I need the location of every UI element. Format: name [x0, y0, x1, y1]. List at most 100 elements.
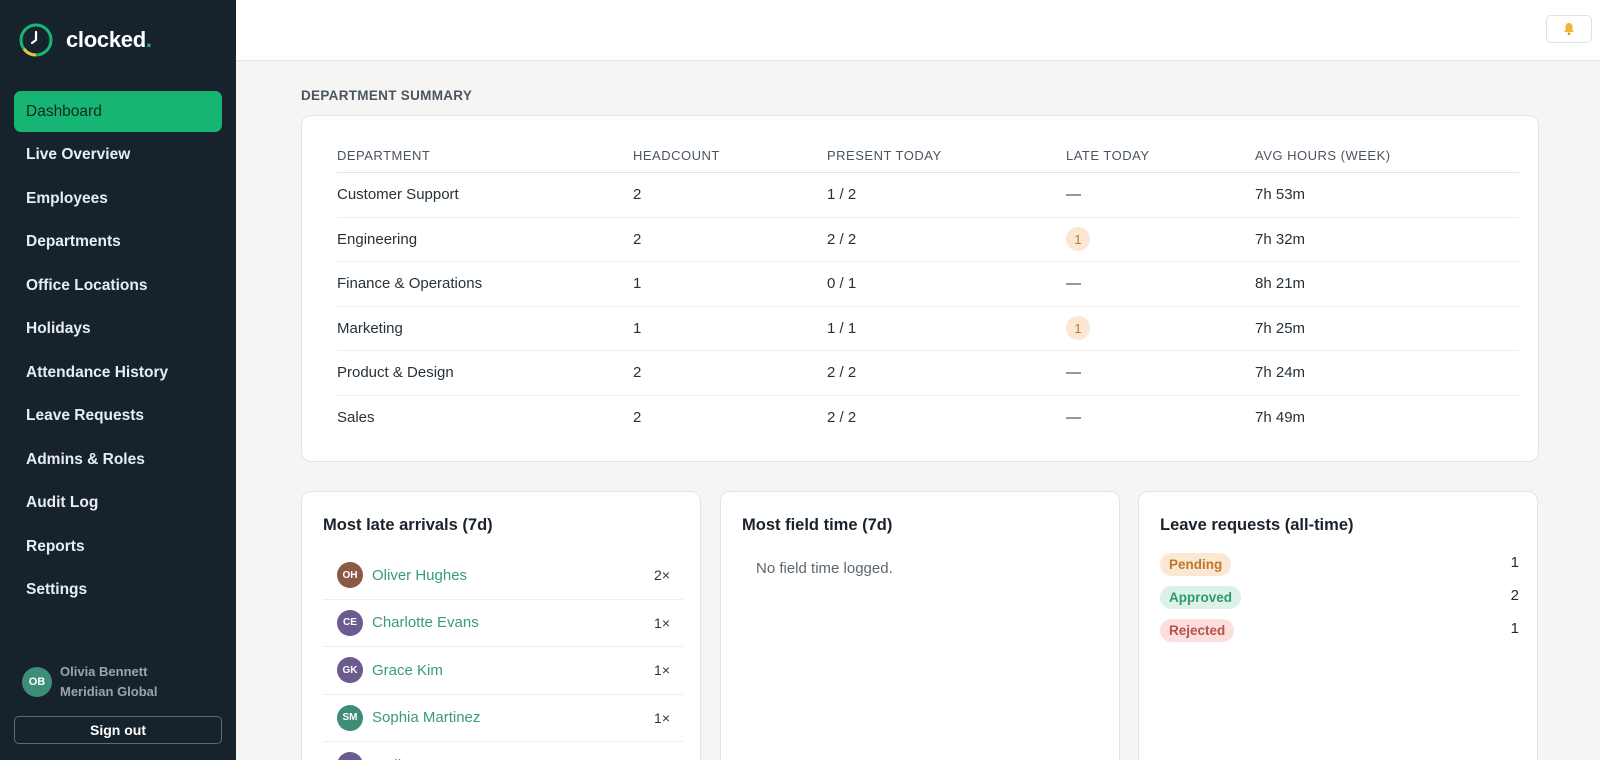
- late-count: 1×: [654, 709, 670, 726]
- present-today: 2 / 2: [827, 230, 857, 248]
- late-today-cell: —: [1066, 186, 1255, 203]
- status-count: 1: [1510, 620, 1519, 637]
- late-arrivals-list: OH Oliver Hughes 2× CE Charlotte Evans 1× GK Gr…: [323, 552, 683, 760]
- table-row[interactable]: Marketing 1 1 / 1 1 7h 25m: [337, 307, 1519, 351]
- avg-hours: 7h 32m: [1255, 230, 1306, 248]
- sidebar-item-attendance-history[interactable]: Attendance History: [14, 352, 222, 393]
- present-today: 1 / 2: [827, 186, 857, 204]
- sidebar-item-office-locations[interactable]: Office Locations: [14, 265, 222, 306]
- sidebar-item-settings[interactable]: Settings: [14, 570, 222, 611]
- headcount: 1: [633, 319, 642, 337]
- sidebar-item-audit-log[interactable]: Audit Log: [14, 483, 222, 524]
- avatar: OH: [337, 562, 363, 589]
- app-name: clocked.: [66, 27, 152, 52]
- avatar: CE: [337, 609, 363, 636]
- late-arrivals-card: Most late arrivals (7d) OH Oliver Hughes 2…: [301, 491, 701, 760]
- department-table: DEPARTMENT HEADCOUNT PRESENT TODAY LATE TOD…: [337, 138, 1519, 440]
- section-title: DEPARTMENT SUMMARY: [301, 88, 473, 103]
- column-header: AVG HOURS (WEEK): [1255, 147, 1391, 163]
- card-title: Most field time (7d): [742, 516, 893, 534]
- table-row[interactable]: Engineering 2 2 / 2 1 7h 32m: [337, 218, 1519, 262]
- avatar: OB: [22, 667, 52, 697]
- present-today: 2 / 2: [827, 364, 857, 382]
- late-today-cell: 1: [1066, 316, 1255, 341]
- employee-name-link[interactable]: Grace Kim: [372, 662, 654, 679]
- late-count: 1×: [654, 662, 670, 679]
- sidebar-item-employees[interactable]: Employees: [14, 178, 222, 219]
- headcount: 2: [633, 186, 642, 204]
- sidebar-item-reports[interactable]: Reports: [14, 526, 222, 567]
- headcount: 2: [633, 364, 642, 382]
- table-header: DEPARTMENT HEADCOUNT PRESENT TODAY LATE TOD…: [337, 138, 1519, 173]
- list-item[interactable]: CE Charlotte Evans 1×: [323, 600, 683, 647]
- headcount: 1: [633, 275, 642, 293]
- sidebar-item-leave-requests[interactable]: Leave Requests: [14, 396, 222, 437]
- avg-hours: 8h 21m: [1255, 275, 1306, 293]
- present-today: 2 / 2: [827, 409, 857, 427]
- sidebar-item-departments[interactable]: Departments: [14, 222, 222, 263]
- sign-out-button[interactable]: Sign out: [14, 716, 222, 744]
- avg-hours: 7h 24m: [1255, 364, 1306, 382]
- current-user: OB Olivia Bennett Meridian Global: [22, 662, 158, 702]
- status-badge-rejected: Rejected: [1160, 619, 1235, 642]
- leave-status-row: Approved 2: [1160, 581, 1519, 614]
- headcount: 2: [633, 230, 642, 248]
- department-name: Engineering: [337, 230, 418, 248]
- avg-hours: 7h 53m: [1255, 186, 1306, 204]
- column-header: PRESENT TODAY: [827, 147, 942, 163]
- late-count-badge: 1: [1066, 227, 1090, 252]
- late-count: 1×: [654, 614, 670, 631]
- avg-hours: 7h 25m: [1255, 319, 1306, 337]
- table-row[interactable]: Sales 2 2 / 2 — 7h 49m: [337, 396, 1519, 441]
- late-today: —: [1066, 186, 1081, 204]
- sidebar: clocked. Dashboard Live Overview Employees…: [0, 0, 236, 760]
- status-count: 1: [1510, 554, 1519, 571]
- department-name: Finance & Operations: [337, 275, 483, 293]
- late-today: —: [1066, 409, 1081, 427]
- status-count: 2: [1510, 587, 1519, 604]
- field-time-card: Most field time (7d) No field time logge…: [720, 491, 1120, 760]
- late-count: 2×: [654, 567, 670, 584]
- employee-name-link[interactable]: Charlotte Evans: [372, 614, 654, 631]
- status-badge-pending: Pending: [1160, 553, 1232, 576]
- present-today: 1 / 1: [827, 319, 857, 337]
- sidebar-nav: Dashboard Live Overview Employees Departmen…: [14, 91, 222, 613]
- sidebar-item-dashboard[interactable]: Dashboard: [14, 91, 222, 132]
- status-badge-approved: Approved: [1160, 586, 1242, 609]
- list-item[interactable]: ECEmily Carter1×: [323, 742, 683, 760]
- sidebar-item-live-overview[interactable]: Live Overview: [14, 135, 222, 176]
- notifications-button[interactable]: [1546, 15, 1592, 43]
- department-name: Sales: [337, 409, 375, 427]
- table-row[interactable]: Product & Design 2 2 / 2 — 7h 24m: [337, 351, 1519, 396]
- list-item[interactable]: GK Grace Kim 1×: [323, 647, 683, 695]
- present-today: 0 / 1: [827, 275, 857, 293]
- headcount: 2: [633, 409, 642, 427]
- topbar: [236, 0, 1600, 61]
- leave-requests-list: Pending 1 Approved 2 Rejected 1: [1160, 548, 1519, 647]
- avg-hours: 7h 49m: [1255, 409, 1306, 427]
- avatar: SM: [337, 704, 363, 731]
- table-row[interactable]: Customer Support 2 1 / 2 — 7h 53m: [337, 173, 1519, 218]
- logo[interactable]: clocked.: [18, 22, 152, 58]
- late-today-cell: 1: [1066, 227, 1255, 252]
- department-summary-card: DEPARTMENT HEADCOUNT PRESENT TODAY LATE TOD…: [301, 115, 1539, 462]
- user-name: Olivia Bennett: [60, 664, 148, 679]
- list-item[interactable]: OH Oliver Hughes 2×: [323, 552, 683, 600]
- list-item[interactable]: SM Sophia Martinez 1×: [323, 695, 683, 742]
- late-today: —: [1066, 364, 1081, 382]
- avatar: EC: [337, 752, 363, 760]
- column-header: LATE TODAY: [1066, 147, 1150, 163]
- employee-name-link[interactable]: Sophia Martinez: [372, 709, 654, 726]
- employee-name-link[interactable]: Oliver Hughes: [372, 567, 654, 584]
- late-today: —: [1066, 275, 1081, 293]
- card-title: Most late arrivals (7d): [323, 516, 493, 534]
- clock-logo-icon: [19, 23, 53, 57]
- table-row[interactable]: Finance & Operations 1 0 / 1 — 8h 21m: [337, 262, 1519, 307]
- sidebar-item-admins-roles[interactable]: Admins & Roles: [14, 439, 222, 480]
- late-count-badge: 1: [1066, 316, 1090, 341]
- late-today-cell: —: [1066, 275, 1255, 292]
- late-today-cell: —: [1066, 364, 1255, 381]
- column-header: DEPARTMENT: [337, 147, 431, 163]
- sidebar-item-holidays[interactable]: Holidays: [14, 309, 222, 350]
- department-name: Product & Design: [337, 364, 454, 382]
